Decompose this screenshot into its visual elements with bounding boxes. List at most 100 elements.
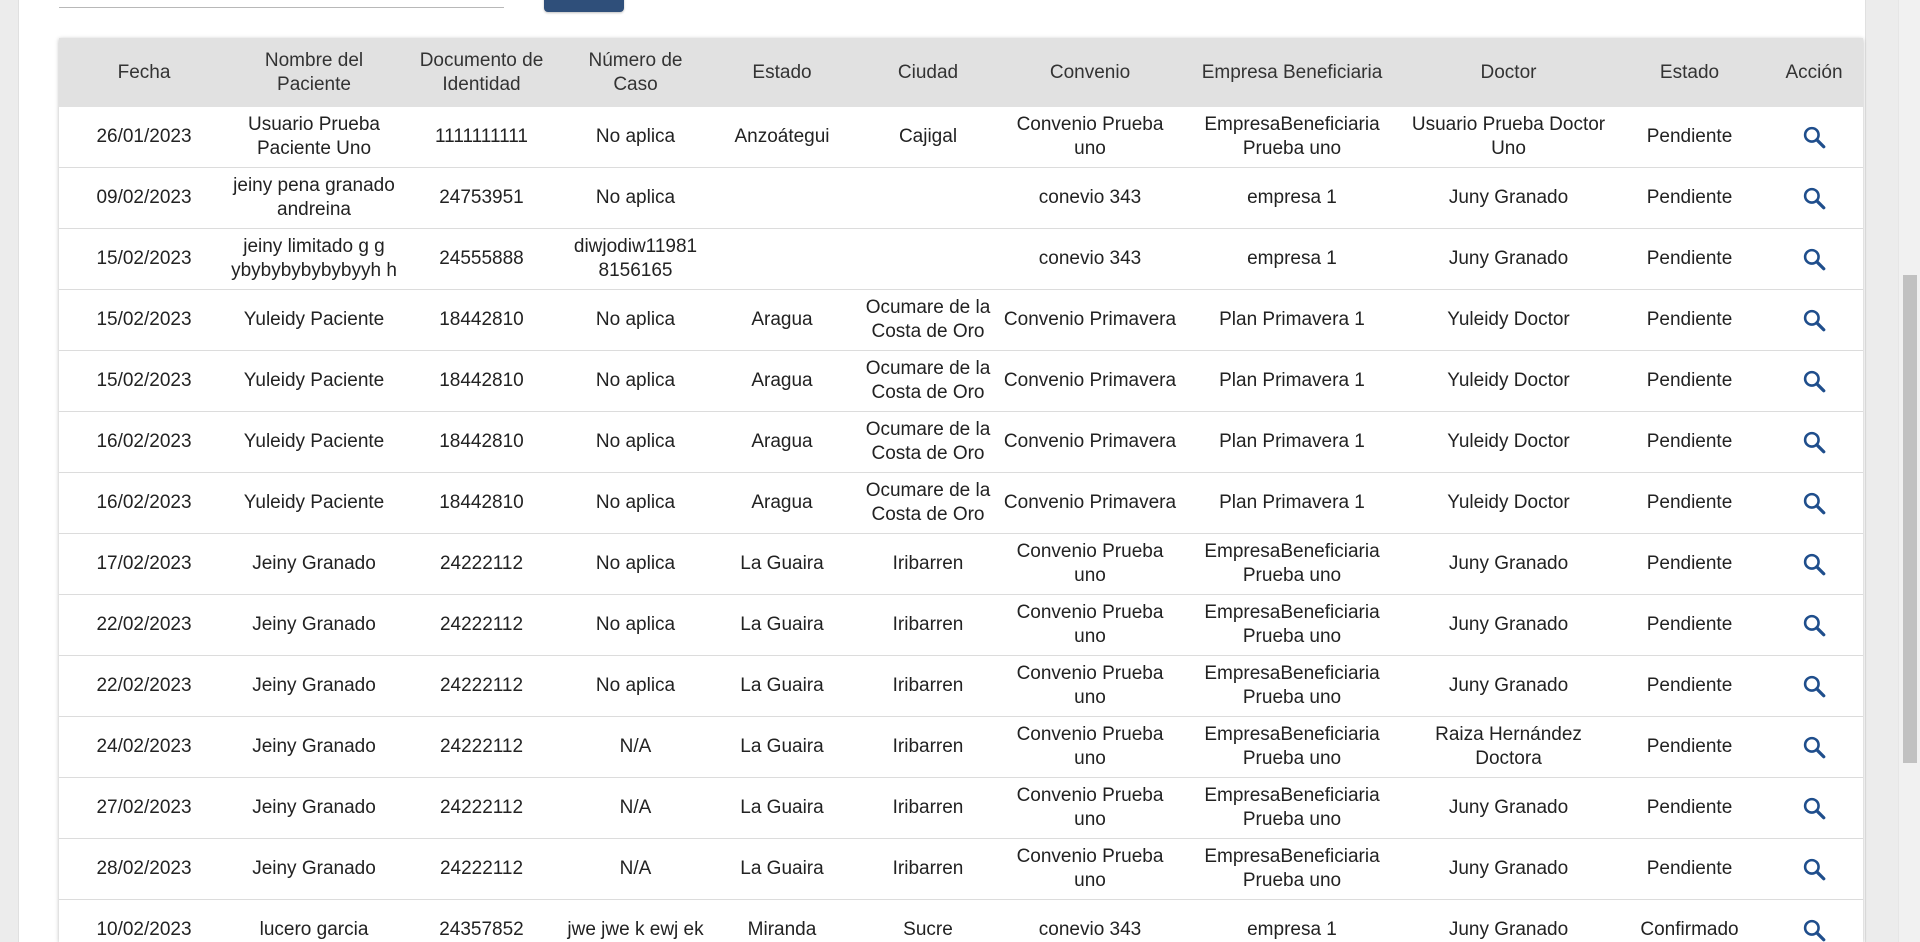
table-row: 10/02/2023 lucero garcia 24357852 jwe jwe k… — [59, 899, 1863, 942]
cell-empresa: EmpresaBeneficiaria Prueba uno — [1181, 107, 1403, 168]
cell-numero-caso: N/A — [564, 777, 707, 839]
cell-doctor: Yuleidy Doctor — [1403, 472, 1614, 534]
cell-nombre-paciente: Jeiny Granado — [229, 594, 399, 656]
scrollbar-thumb[interactable] — [1903, 275, 1917, 763]
search-icon[interactable] — [1801, 429, 1827, 455]
cell-ciudad: Iribarren — [857, 594, 999, 656]
cell-estado-cita: Pendiente — [1614, 533, 1765, 595]
cell-fecha: 15/02/2023 — [59, 350, 229, 412]
cell-documento: 24222112 — [399, 777, 564, 839]
cell-fecha: 22/02/2023 — [59, 655, 229, 717]
cell-fecha: 16/02/2023 — [59, 411, 229, 473]
cell-empresa: Plan Primavera 1 — [1181, 350, 1403, 412]
cell-ciudad: Iribarren — [857, 838, 999, 900]
cell-estado-cita: Pendiente — [1614, 411, 1765, 473]
search-icon[interactable] — [1801, 246, 1827, 272]
cell-estado-region — [707, 228, 857, 290]
cell-accion — [1765, 594, 1863, 656]
cell-accion — [1765, 289, 1863, 351]
search-icon[interactable] — [1801, 185, 1827, 211]
header-numero-caso[interactable]: Número de Caso — [564, 38, 707, 107]
cell-doctor: Juny Granado — [1403, 655, 1614, 717]
search-icon[interactable] — [1801, 917, 1827, 942]
cell-empresa: EmpresaBeneficiaria Prueba uno — [1181, 533, 1403, 595]
header-nombre-paciente[interactable]: Nombre del Paciente — [229, 38, 399, 107]
cell-empresa: EmpresaBeneficiaria Prueba uno — [1181, 716, 1403, 778]
cell-doctor: Yuleidy Doctor — [1403, 350, 1614, 412]
table-row: 15/02/2023 Yuleidy Paciente 18442810 No apl… — [59, 289, 1863, 351]
header-doctor[interactable]: Doctor — [1403, 38, 1614, 107]
cell-nombre-paciente: jeiny limitado g g ybybybybybybyyh h — [229, 228, 399, 290]
cell-doctor: Yuleidy Doctor — [1403, 411, 1614, 473]
cell-documento: 24222112 — [399, 716, 564, 778]
cell-documento: 18442810 — [399, 472, 564, 534]
cell-empresa: Plan Primavera 1 — [1181, 289, 1403, 351]
cell-ciudad: Sucre — [857, 899, 999, 942]
cell-convenio: conevio 343 — [999, 167, 1181, 229]
cell-convenio: Convenio Primavera — [999, 289, 1181, 351]
search-icon[interactable] — [1801, 612, 1827, 638]
search-icon[interactable] — [1801, 307, 1827, 333]
cell-nombre-paciente: Jeiny Granado — [229, 716, 399, 778]
cell-doctor: Raiza Hernández Doctora — [1403, 716, 1614, 778]
search-icon[interactable] — [1801, 124, 1827, 150]
header-convenio[interactable]: Convenio — [999, 38, 1181, 107]
cell-convenio: Convenio Prueba uno — [999, 533, 1181, 595]
cell-nombre-paciente: Jeiny Granado — [229, 777, 399, 839]
header-fecha[interactable]: Fecha — [59, 38, 229, 107]
cell-doctor: Juny Granado — [1403, 167, 1614, 229]
search-button[interactable] — [544, 0, 624, 12]
search-icon[interactable] — [1801, 795, 1827, 821]
cell-empresa: Plan Primavera 1 — [1181, 411, 1403, 473]
cell-estado-region: Aragua — [707, 289, 857, 351]
cell-convenio: Convenio Primavera — [999, 350, 1181, 412]
cell-fecha: 16/02/2023 — [59, 472, 229, 534]
cell-documento: 24753951 — [399, 167, 564, 229]
cell-documento: 24222112 — [399, 655, 564, 717]
search-icon[interactable] — [1801, 490, 1827, 516]
cell-nombre-paciente: Yuleidy Paciente — [229, 472, 399, 534]
table-row: 24/02/2023 Jeiny Granado 24222112 N/A La Gua… — [59, 716, 1863, 778]
cell-numero-caso: No aplica — [564, 107, 707, 168]
header-estado-region[interactable]: Estado — [707, 38, 857, 107]
cell-ciudad: Ocumare de la Costa de Oro — [857, 350, 999, 412]
appointments-table-card: Fecha Nombre del Paciente Documento de I… — [59, 38, 1863, 942]
cell-empresa: Plan Primavera 1 — [1181, 472, 1403, 534]
table-header: Fecha Nombre del Paciente Documento de I… — [59, 38, 1863, 107]
cell-estado-cita: Pendiente — [1614, 228, 1765, 290]
cell-estado-region: Anzoátegui — [707, 107, 857, 168]
cell-estado-region: Aragua — [707, 472, 857, 534]
page-scrollbar[interactable] — [1898, 0, 1920, 942]
cell-estado-cita: Pendiente — [1614, 716, 1765, 778]
cell-accion — [1765, 167, 1863, 229]
header-empresa-beneficiaria[interactable]: Empresa Beneficiaria — [1181, 38, 1403, 107]
search-icon[interactable] — [1801, 734, 1827, 760]
page: Fecha Nombre del Paciente Documento de I… — [0, 0, 1898, 942]
cell-ciudad: Ocumare de la Costa de Oro — [857, 289, 999, 351]
header-ciudad[interactable]: Ciudad — [857, 38, 999, 107]
cell-estado-cita: Confirmado — [1614, 899, 1765, 942]
cell-accion — [1765, 838, 1863, 900]
cell-fecha: 27/02/2023 — [59, 777, 229, 839]
cell-ciudad: Iribarren — [857, 533, 999, 595]
search-icon[interactable] — [1801, 673, 1827, 699]
header-documento-identidad[interactable]: Documento de Identidad — [399, 38, 564, 107]
cell-nombre-paciente: Yuleidy Paciente — [229, 289, 399, 351]
cell-numero-caso: No aplica — [564, 289, 707, 351]
header-estado-cita[interactable]: Estado — [1614, 38, 1765, 107]
table-row: 22/02/2023 Jeiny Granado 24222112 No aplica… — [59, 594, 1863, 656]
cell-numero-caso: diwjodiw11981 8156165 — [564, 228, 707, 290]
cell-fecha: 17/02/2023 — [59, 533, 229, 595]
cell-ciudad: Ocumare de la Costa de Oro — [857, 411, 999, 473]
cell-accion — [1765, 107, 1863, 168]
search-icon[interactable] — [1801, 856, 1827, 882]
search-input[interactable] — [59, 7, 504, 8]
cell-convenio: conevio 343 — [999, 899, 1181, 942]
search-icon[interactable] — [1801, 368, 1827, 394]
cell-convenio: conevio 343 — [999, 228, 1181, 290]
cell-empresa: EmpresaBeneficiaria Prueba uno — [1181, 777, 1403, 839]
cell-nombre-paciente: Jeiny Granado — [229, 838, 399, 900]
search-icon[interactable] — [1801, 551, 1827, 577]
cell-convenio: Convenio Prueba uno — [999, 655, 1181, 717]
cell-estado-region: Aragua — [707, 350, 857, 412]
